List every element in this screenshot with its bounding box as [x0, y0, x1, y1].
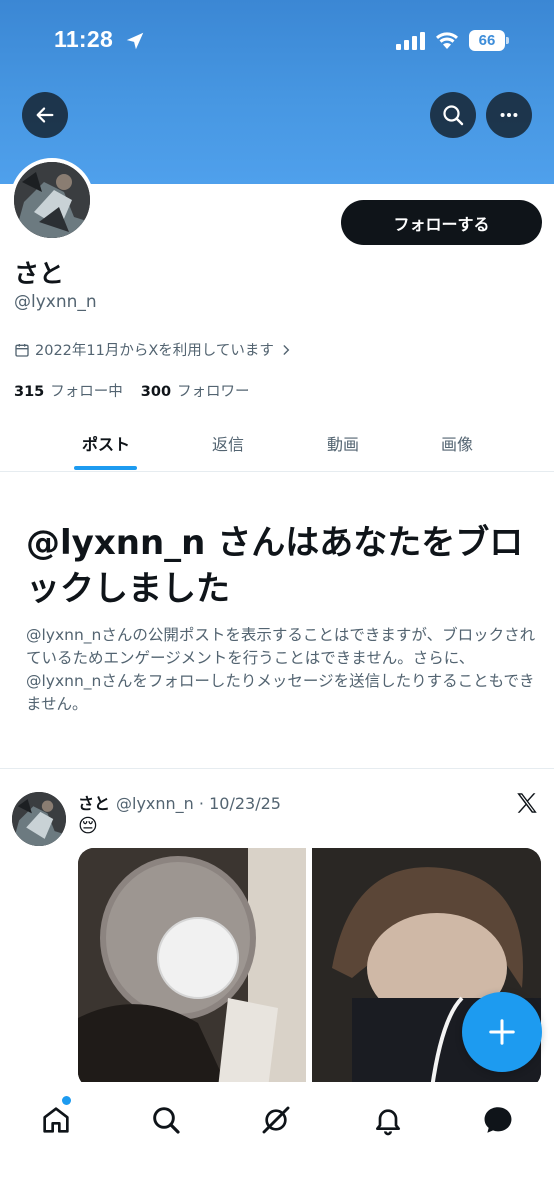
messages-icon — [484, 1107, 512, 1133]
following-link[interactable]: 315 フォロー中 — [14, 380, 123, 401]
following-label: フォロー中 — [50, 384, 123, 400]
tab-replies[interactable]: 返信 — [170, 414, 286, 472]
post-author-name[interactable]: さと — [78, 790, 110, 814]
nav-grok[interactable] — [256, 1100, 296, 1140]
nav-home[interactable] — [36, 1100, 76, 1140]
search-icon — [443, 105, 464, 126]
follow-button[interactable]: フォローする — [341, 200, 542, 245]
nav-messages[interactable] — [478, 1100, 518, 1140]
active-tab-indicator — [74, 466, 137, 470]
home-notification-dot — [62, 1096, 71, 1105]
battery-tip — [506, 37, 509, 44]
battery-level: 66 — [469, 30, 505, 51]
notifications-icon — [376, 1109, 400, 1136]
cellular-signal-icon — [396, 32, 425, 50]
blocked-description: @lyxnn_nさんの公開ポストを表示することはできますが、ブロックされているた… — [26, 626, 536, 713]
location-arrow-icon — [126, 32, 144, 50]
compose-post-button[interactable] — [462, 992, 542, 1072]
search-button[interactable] — [430, 92, 476, 138]
following-count: 315 — [14, 384, 45, 400]
post-meta: @lyxnn_n · 10/23/25 — [116, 794, 281, 813]
post-image-1[interactable] — [78, 848, 306, 1088]
followers-count: 300 — [140, 384, 172, 400]
display-name: さと — [14, 259, 65, 288]
calendar-icon — [15, 343, 29, 357]
back-arrow-icon — [36, 107, 54, 123]
back-button[interactable] — [22, 92, 68, 138]
search-icon — [153, 1107, 180, 1134]
blocked-title: @lyxnn_n さんはあなたをブロックしました — [26, 523, 524, 609]
bottom-navigation — [0, 1082, 554, 1200]
followers-label: フォロワー — [177, 384, 250, 400]
grok-icon — [262, 1106, 290, 1134]
avatar-image — [14, 162, 90, 238]
post-avatar[interactable] — [12, 792, 66, 846]
wifi-icon — [436, 32, 458, 49]
nav-notifications[interactable] — [368, 1100, 408, 1140]
more-button[interactable] — [486, 92, 532, 138]
battery-indicator: 66 — [469, 30, 509, 51]
follow-counts: 315 フォロー中 300 フォロワー — [14, 380, 250, 401]
post-header: さと @lyxnn_n · 10/23/25 — [78, 790, 281, 814]
followers-link[interactable]: 300 フォロワー — [141, 380, 250, 401]
x-logo-icon — [517, 793, 537, 813]
photo-mask-selfie — [78, 848, 306, 1088]
profile-tabs: ポスト 返信 動画 画像 — [0, 414, 554, 472]
post-avatar-image — [12, 792, 66, 846]
joined-date[interactable]: 2022年11月からXを利用しています — [14, 339, 293, 360]
section-divider — [0, 768, 554, 769]
joined-text: 2022年11月からXを利用しています — [35, 343, 274, 359]
tab-images[interactable]: 画像 — [399, 414, 515, 472]
status-time: 11:28 — [54, 26, 114, 52]
tab-videos[interactable]: 動画 — [285, 414, 401, 472]
post-text: 😔 — [78, 815, 98, 837]
profile-avatar[interactable] — [10, 158, 94, 242]
home-icon — [43, 1107, 69, 1133]
more-icon — [500, 112, 518, 118]
tab-posts[interactable]: ポスト — [47, 414, 165, 472]
plus-icon — [489, 1019, 515, 1045]
user-handle: @lyxnn_n — [14, 292, 97, 312]
nav-search[interactable] — [146, 1100, 186, 1140]
chevron-right-icon — [283, 344, 290, 355]
